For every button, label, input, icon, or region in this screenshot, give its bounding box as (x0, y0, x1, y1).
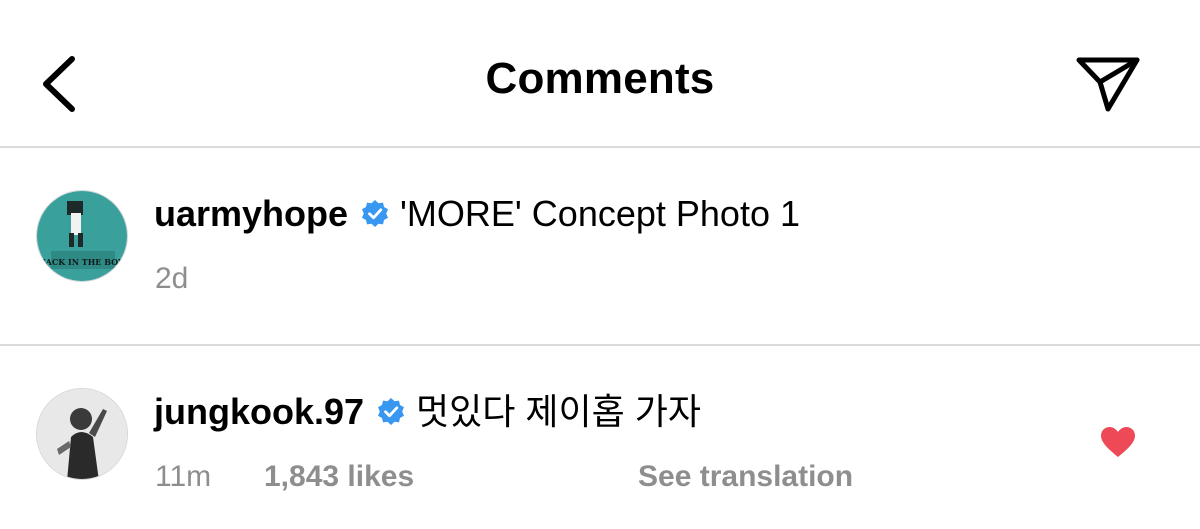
comments-divider (0, 344, 1200, 346)
heart-filled-icon (1101, 427, 1135, 457)
header-divider (0, 146, 1200, 148)
share-button[interactable] (1068, 48, 1148, 120)
comment-text: 멋있다 제이홉 가자 (416, 391, 702, 432)
verified-badge-icon (376, 397, 406, 427)
see-translation-link[interactable]: See translation (638, 460, 853, 494)
avatar-cover-text: JACK IN THE BOX (41, 257, 125, 267)
header-bar: Comments (0, 0, 1200, 148)
avatar-uarmyhope[interactable]: JACK IN THE BOX (36, 190, 128, 282)
album-cover-avatar (37, 191, 127, 281)
verified-badge-icon (360, 199, 390, 229)
page-title: Comments (485, 54, 715, 103)
caption-time: 2d (155, 262, 189, 295)
send-icon (1076, 57, 1140, 112)
caption-username[interactable]: uarmyhope (154, 192, 348, 236)
like-button[interactable] (1096, 420, 1140, 464)
avatar-jungkook[interactable] (36, 388, 128, 480)
comment-username[interactable]: jungkook.97 (154, 390, 364, 434)
comment-likes-count[interactable]: 1,843 likes (264, 460, 414, 494)
comment-text-line: jungkook.97 멋있다 제이홉 가자 (154, 390, 701, 434)
caption-text-line: uarmyhope 'MORE' Concept Photo 1 (154, 192, 800, 236)
caption-text: 'MORE' Concept Photo 1 (400, 193, 800, 234)
profile-photo-avatar (37, 389, 127, 479)
comment-time: 11m (155, 460, 212, 493)
